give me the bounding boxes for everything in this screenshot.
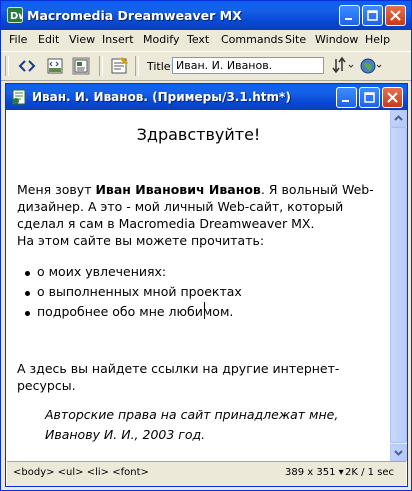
toolbar-separator bbox=[135, 56, 139, 76]
document-window: Иван. И. Иванов. (Примеры/3.1.htm*) Здра… bbox=[5, 83, 408, 487]
menu-view[interactable]: View bbox=[69, 33, 95, 46]
menu-bar: File Edit View Insert Modify Text Comman… bbox=[1, 30, 411, 50]
maximize-button[interactable] bbox=[362, 5, 383, 26]
live-data-icon[interactable] bbox=[109, 56, 129, 76]
author-name: Иван Иванович Иванов bbox=[95, 182, 261, 197]
status-bar: <body> <ul> <li> <font> 389 x 351 ▾ 2K /… bbox=[7, 461, 406, 486]
doc-minimize-button[interactable] bbox=[336, 87, 357, 108]
menu-text[interactable]: Text bbox=[187, 33, 209, 46]
close-button[interactable] bbox=[385, 5, 406, 26]
links-paragraph: А здесь вы найдете ссылки на другие инте… bbox=[17, 361, 340, 393]
intro-line2: На этом сайте вы можете прочитать: bbox=[17, 233, 265, 248]
toolbar-grip bbox=[5, 56, 9, 76]
menu-help[interactable]: Help bbox=[365, 33, 390, 46]
list-item: о моих увлечениях: bbox=[17, 262, 377, 282]
preview-in-browser-icon[interactable] bbox=[359, 56, 383, 76]
title-label: Title: bbox=[147, 60, 175, 73]
menu-modify[interactable]: Modify bbox=[143, 33, 179, 46]
menu-commands[interactable]: Commands bbox=[221, 33, 283, 46]
document-titlebar[interactable]: Иван. И. Иванов. (Примеры/3.1.htm*) bbox=[6, 84, 407, 110]
document-toolbar: Title: Иван. И. Иванов. bbox=[1, 51, 411, 81]
list-item: о выполненных мной проектах bbox=[17, 282, 377, 302]
scroll-up-button[interactable] bbox=[390, 110, 407, 127]
menu-insert[interactable]: Insert bbox=[102, 33, 134, 46]
arrow-down-icon bbox=[394, 450, 403, 456]
design-view-canvas[interactable]: Здравствуйте! Меня зовут Иван Иванович И… bbox=[7, 110, 390, 461]
intro-text: Меня зовут bbox=[17, 182, 96, 197]
topics-list: о моих увлечениях: о выполненных мной пр… bbox=[17, 262, 377, 322]
document-title: Иван. И. Иванов. (Примеры/3.1.htm*) bbox=[32, 90, 291, 104]
svg-text:Dw: Dw bbox=[10, 11, 23, 22]
arrow-up-icon bbox=[394, 115, 403, 121]
window-size-popup[interactable]: 389 x 351 ▾ bbox=[285, 467, 344, 478]
file-management-icon[interactable] bbox=[331, 56, 355, 76]
menu-edit[interactable]: Edit bbox=[38, 33, 59, 46]
text-cursor bbox=[204, 302, 205, 319]
toolbar-separator bbox=[99, 56, 103, 76]
copyright-text: Авторские права на сайт принадлежат мне,… bbox=[45, 407, 339, 442]
page-title-input[interactable]: Иван. И. Иванов. bbox=[172, 57, 324, 74]
scroll-thumb[interactable] bbox=[390, 127, 407, 443]
page-heading: Здравствуйте! bbox=[136, 125, 261, 144]
scroll-down-button[interactable] bbox=[390, 444, 407, 461]
doc-maximize-button[interactable] bbox=[359, 87, 380, 108]
minimize-button[interactable] bbox=[339, 5, 360, 26]
split-view-icon[interactable] bbox=[45, 56, 65, 76]
menu-file[interactable]: File bbox=[9, 33, 27, 46]
download-stats: 2K / 1 sec bbox=[345, 467, 395, 478]
design-view-icon[interactable] bbox=[71, 56, 91, 76]
tag-selector[interactable]: <body> <ul> <li> <font> bbox=[13, 467, 149, 478]
document-icon bbox=[12, 89, 26, 105]
doc-close-button[interactable] bbox=[382, 87, 403, 108]
dreamweaver-window: Dw Macromedia Dreamweaver MX File Edit V… bbox=[0, 0, 412, 491]
menu-site[interactable]: Site bbox=[285, 33, 306, 46]
dreamweaver-logo-icon: Dw bbox=[7, 7, 23, 23]
app-titlebar[interactable]: Dw Macromedia Dreamweaver MX bbox=[1, 1, 411, 30]
intro-paragraph: Меня зовут Иван Иванович Иванов. Я вольн… bbox=[17, 181, 382, 249]
menu-window[interactable]: Window bbox=[315, 33, 358, 46]
app-title: Macromedia Dreamweaver MX bbox=[27, 8, 242, 23]
list-item: подробнее обо мне любимом. bbox=[17, 302, 377, 322]
vertical-scrollbar[interactable] bbox=[390, 110, 407, 461]
code-view-icon[interactable] bbox=[17, 56, 37, 76]
